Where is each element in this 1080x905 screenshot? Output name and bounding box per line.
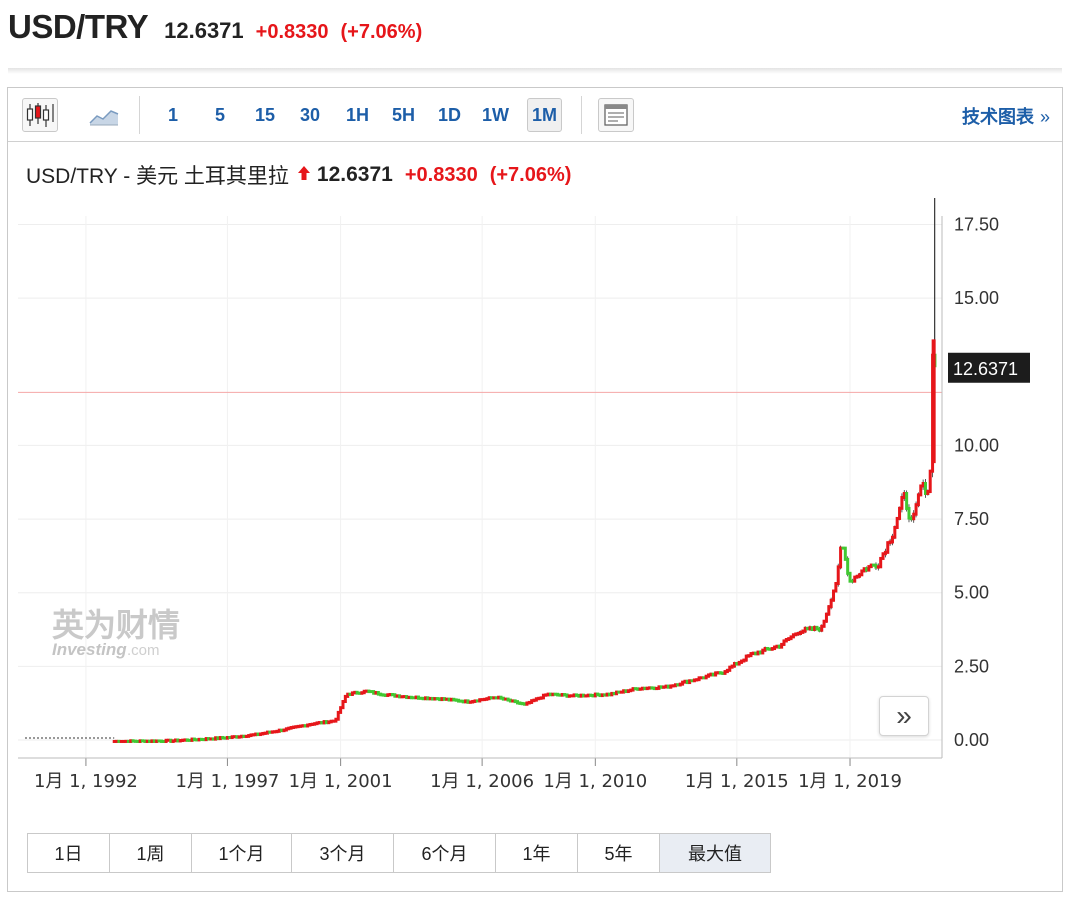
candle-body: [839, 546, 843, 569]
chart-panel: 1 5 15 30 1H 5H 1D 1W 1M 技术图表» USD/TRY - 美元 土耳其里…: [7, 87, 1063, 892]
x-tick-label: 1月 1, 2001: [289, 771, 393, 792]
range-button[interactable]: 6个月: [394, 834, 496, 872]
range-button[interactable]: 5年: [578, 834, 660, 872]
change: +0.8330: [255, 21, 329, 43]
x-tick-label: 1月 1, 2019: [798, 771, 902, 792]
watermark-en: Investing: [52, 640, 127, 659]
watermark-cn: 英为财情: [52, 606, 180, 644]
y-tick-label: 17.50: [954, 215, 999, 235]
x-tick-label: 1月 1, 2015: [685, 771, 789, 792]
y-tick-label: 5.00: [954, 583, 989, 603]
change-percent: (+7.06%): [340, 21, 423, 43]
range-button[interactable]: 3个月: [292, 834, 394, 872]
y-tick-label: 2.50: [954, 656, 989, 676]
x-tick-label: 1月 1, 2006: [430, 771, 534, 792]
quote-header: USD/TRY 12.6371 +0.8330 (+7.06%): [8, 8, 422, 52]
y-tick-label: 7.50: [954, 509, 989, 529]
y-tick-label: 15.00: [954, 288, 999, 308]
range-button[interactable]: 1周: [110, 834, 192, 872]
last-price-label: 12.6371: [953, 359, 1018, 379]
double-chevron-right-icon: »: [896, 700, 912, 731]
y-tick-label: 0.00: [954, 730, 989, 750]
range-button[interactable]: 1年: [496, 834, 578, 872]
x-tick-label: 1月 1, 1997: [175, 771, 279, 792]
range-button[interactable]: 1个月: [192, 834, 292, 872]
price-series: [25, 198, 937, 743]
symbol: USD/TRY: [8, 8, 149, 45]
chart-grid: [18, 216, 942, 758]
header-divider: [8, 68, 1062, 74]
price: 12.6371: [164, 18, 244, 43]
watermark-domain: .com: [127, 642, 160, 659]
x-tick-label: 1月 1, 2010: [543, 771, 647, 792]
y-tick-label: 10.00: [954, 435, 999, 455]
scroll-right-button[interactable]: »: [879, 696, 929, 736]
range-selector: 1日 1周 1个月 3个月 6个月 1年 5年 最大值: [27, 833, 771, 873]
range-button[interactable]: 最大值: [660, 834, 770, 872]
x-tick-label: 1月 1, 1992: [34, 771, 138, 792]
range-button[interactable]: 1日: [28, 834, 110, 872]
candle-body: [928, 469, 932, 494]
spike-candle: [931, 339, 936, 464]
investing-watermark: 英为财情 Investing .com: [52, 606, 180, 659]
